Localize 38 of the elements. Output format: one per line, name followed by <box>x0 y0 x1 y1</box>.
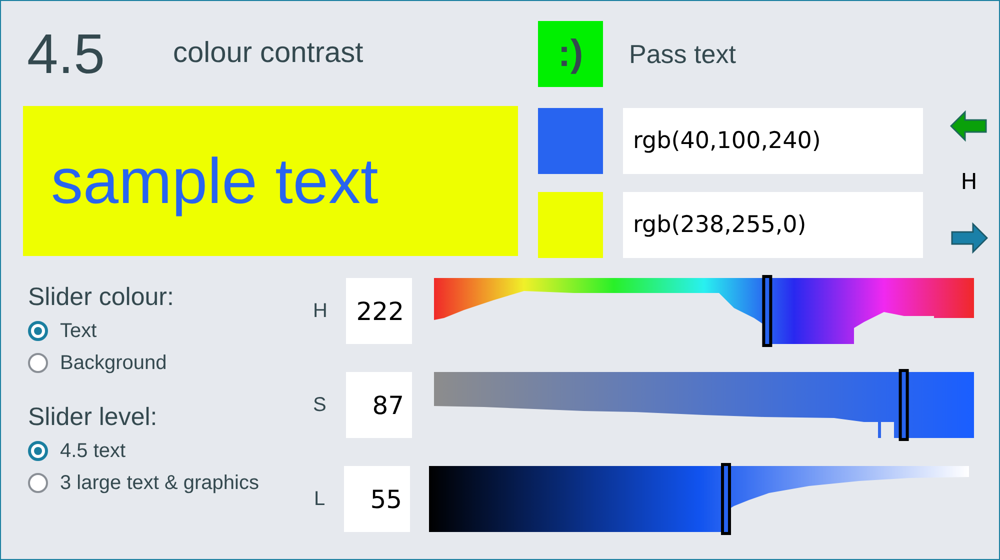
lightness-slider-track[interactable] <box>429 466 969 532</box>
option-label: Text <box>60 319 97 344</box>
text-colour-field[interactable]: rgb(40,100,240) <box>623 108 923 174</box>
slider-thumb[interactable] <box>721 463 731 535</box>
group-title: Slider level: <box>28 402 158 432</box>
right-arrow-icon[interactable] <box>950 222 988 254</box>
slider-value-field[interactable]: 55 <box>344 466 410 532</box>
slider-value-field[interactable]: 87 <box>346 372 412 438</box>
swap-label: H <box>960 168 978 196</box>
option-label: 3 large text & graphics <box>60 471 259 496</box>
left-arrow-icon[interactable] <box>950 110 988 142</box>
colour-swatch[interactable] <box>538 108 603 174</box>
group-title: Slider colour: <box>28 282 175 312</box>
slider-label: S <box>313 393 328 418</box>
option-label: Background <box>60 351 167 376</box>
radio-icon[interactable] <box>28 321 48 341</box>
contrast-ratio: 4.5 <box>26 21 106 87</box>
slider-value-field[interactable]: 222 <box>346 278 412 344</box>
colour-swatch[interactable] <box>538 192 603 258</box>
slider-thumb[interactable] <box>762 275 772 347</box>
saturation-slider-track[interactable] <box>434 372 974 438</box>
radio-icon[interactable] <box>28 473 48 493</box>
radio-option[interactable]: 4.5 text <box>28 438 300 464</box>
radio-option[interactable]: Background <box>28 350 300 376</box>
slider-label: H <box>313 299 328 324</box>
radio-option[interactable]: 3 large text & graphics <box>28 470 300 496</box>
option-label: 4.5 text <box>60 439 126 464</box>
contrast-label: colour contrast <box>173 36 364 72</box>
result-label: Pass text <box>629 38 736 70</box>
radio-option[interactable]: Text <box>28 318 300 344</box>
radio-icon[interactable] <box>28 441 48 461</box>
hue-slider-track[interactable] <box>434 278 974 344</box>
radio-icon[interactable] <box>28 353 48 373</box>
sample-text-preview: sample text <box>23 106 518 256</box>
slider-label: L <box>314 487 326 512</box>
slider-thumb[interactable] <box>898 369 909 441</box>
result-indicator: :) <box>538 21 603 87</box>
background-colour-field[interactable]: rgb(238,255,0) <box>623 192 923 258</box>
